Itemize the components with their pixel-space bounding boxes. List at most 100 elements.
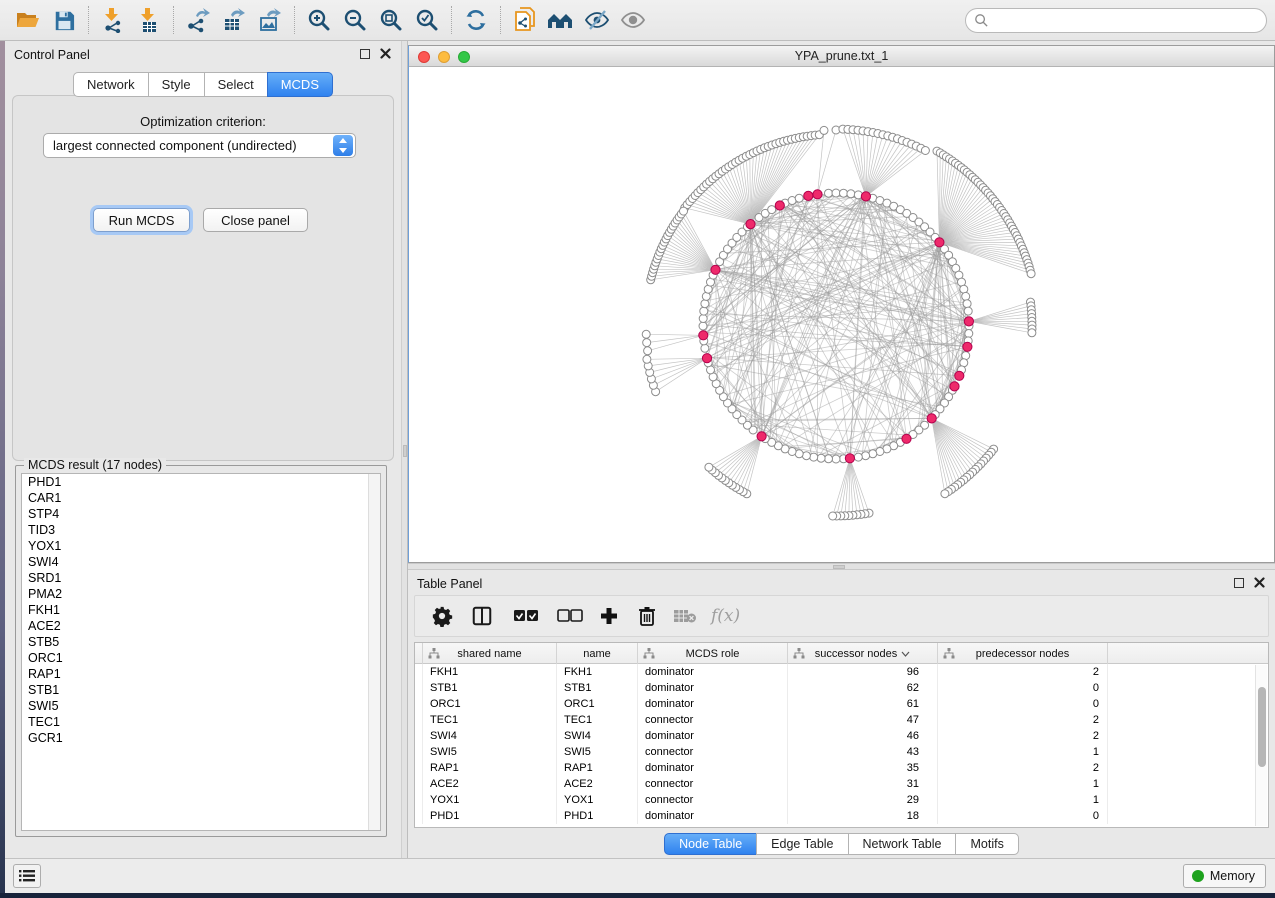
cell-successor-nodes[interactable]: 46 [788,728,938,744]
tab-edge-table[interactable]: Edge Table [756,833,848,855]
save-session-button[interactable] [46,3,82,37]
deselect-all-columns-button[interactable] [557,599,583,633]
cell-name[interactable]: TEC1 [557,712,638,728]
column-header-successor-nodes[interactable]: successor nodes [788,643,938,664]
mcds-list-scrollbar[interactable] [368,474,380,830]
cell-mcds-role[interactable]: dominator [638,760,788,776]
search-input[interactable] [989,11,1266,31]
search-field[interactable] [965,8,1267,33]
run-mcds-button[interactable]: Run MCDS [93,208,190,232]
cell-predecessor-nodes[interactable]: 2 [938,728,1108,744]
cell-name[interactable]: ORC1 [557,696,638,712]
zoom-out-button[interactable] [337,3,373,37]
mcds-result-item[interactable]: CAR1 [22,490,380,506]
mcds-result-item[interactable]: YOX1 [22,538,380,554]
cell-mcds-role[interactable]: connector [638,792,788,808]
close-panel-button[interactable]: Close panel [203,208,308,232]
column-layout-button[interactable] [471,599,493,633]
cell-mcds-role[interactable]: connector [638,712,788,728]
float-panel-icon[interactable] [1234,578,1244,588]
mcds-result-item[interactable]: PHD1 [22,474,380,490]
cell-predecessor-nodes[interactable]: 0 [938,808,1108,824]
cell-successor-nodes[interactable]: 62 [788,680,938,696]
vertical-split-divider[interactable] [401,41,408,858]
close-panel-icon[interactable] [380,48,391,59]
zoom-selected-button[interactable] [409,3,445,37]
mcds-result-item[interactable]: PMA2 [22,586,380,602]
cell-successor-nodes[interactable]: 18 [788,808,938,824]
cell-predecessor-nodes[interactable]: 1 [938,776,1108,792]
mcds-result-item[interactable]: STB5 [22,634,380,650]
clone-network-button[interactable] [507,3,543,37]
table-row[interactable]: STB1STB1dominator620 [415,680,1268,696]
divider-grip[interactable] [833,565,845,569]
cell-shared-name[interactable]: FKH1 [423,664,557,680]
cell-shared-name[interactable]: RAP1 [423,760,557,776]
tab-motifs[interactable]: Motifs [955,833,1018,855]
table-scrollbar-thumb[interactable] [1258,687,1266,767]
show-all-networks-button[interactable] [543,3,579,37]
cell-predecessor-nodes[interactable]: 2 [938,664,1108,680]
mcds-result-item[interactable]: SWI4 [22,554,380,570]
cell-shared-name[interactable]: SWI4 [423,728,557,744]
select-all-columns-button[interactable] [513,599,539,633]
table-row[interactable]: SWI5SWI5connector431 [415,744,1268,760]
import-table-button[interactable] [131,3,167,37]
import-network-button[interactable] [95,3,131,37]
cell-name[interactable]: FKH1 [557,664,638,680]
mcds-result-item[interactable]: ORC1 [22,650,380,666]
mcds-result-list[interactable]: PHD1CAR1STP4TID3YOX1SWI4SRD1PMA2FKH1ACE2… [21,473,381,831]
zoom-fit-button[interactable] [373,3,409,37]
cell-predecessor-nodes[interactable]: 1 [938,792,1108,808]
network-window-titlebar[interactable]: YPA_prune.txt_1 [409,46,1274,67]
create-column-button[interactable] [599,599,619,633]
memory-button[interactable]: Memory [1183,864,1266,888]
cell-mcds-role[interactable]: connector [638,744,788,760]
export-network-button[interactable] [180,3,216,37]
table-row[interactable]: ORC1ORC1dominator610 [415,696,1268,712]
refresh-view-button[interactable] [458,3,494,37]
mcds-result-item[interactable]: TID3 [22,522,380,538]
cell-mcds-role[interactable]: dominator [638,664,788,680]
close-panel-icon[interactable] [1254,577,1265,588]
mcds-result-item[interactable]: SWI5 [22,698,380,714]
optimization-criterion-dropdown[interactable]: largest connected component (undirected) [43,133,356,158]
cell-name[interactable]: YOX1 [557,792,638,808]
cell-mcds-role[interactable]: dominator [638,728,788,744]
table-scrollbar[interactable] [1255,665,1267,826]
mcds-result-item[interactable]: ACE2 [22,618,380,634]
cell-successor-nodes[interactable]: 35 [788,760,938,776]
table-settings-button[interactable] [431,599,453,633]
mcds-result-item[interactable]: FKH1 [22,602,380,618]
cell-successor-nodes[interactable]: 47 [788,712,938,728]
zoom-in-button[interactable] [301,3,337,37]
cell-predecessor-nodes[interactable]: 0 [938,680,1108,696]
cell-name[interactable]: PHD1 [557,808,638,824]
cell-shared-name[interactable]: STB1 [423,680,557,696]
cell-shared-name[interactable]: YOX1 [423,792,557,808]
column-header-shared-name[interactable]: shared name [423,643,557,664]
table-row[interactable]: FKH1FKH1dominator962 [415,664,1268,680]
column-header-predecessor-nodes[interactable]: predecessor nodes [938,643,1108,664]
table-row[interactable]: ACE2ACE2connector311 [415,776,1268,792]
cell-mcds-role[interactable]: dominator [638,680,788,696]
mcds-result-item[interactable]: STB1 [22,682,380,698]
export-image-button[interactable] [252,3,288,37]
cell-mcds-role[interactable]: connector [638,776,788,792]
tab-style[interactable]: Style [148,72,205,97]
mcds-result-item[interactable]: SRD1 [22,570,380,586]
column-header-MCDS-role[interactable]: MCDS role [638,643,788,664]
tab-network[interactable]: Network [73,72,149,97]
cell-name[interactable]: STB1 [557,680,638,696]
cell-successor-nodes[interactable]: 43 [788,744,938,760]
cell-name[interactable]: SWI4 [557,728,638,744]
cell-shared-name[interactable]: SWI5 [423,744,557,760]
cell-shared-name[interactable]: ORC1 [423,696,557,712]
cell-successor-nodes[interactable]: 96 [788,664,938,680]
open-file-button[interactable] [10,3,46,37]
tab-node-table[interactable]: Node Table [664,833,757,855]
cell-shared-name[interactable]: ACE2 [423,776,557,792]
cell-predecessor-nodes[interactable]: 2 [938,712,1108,728]
cell-successor-nodes[interactable]: 29 [788,792,938,808]
cell-mcds-role[interactable]: dominator [638,808,788,824]
